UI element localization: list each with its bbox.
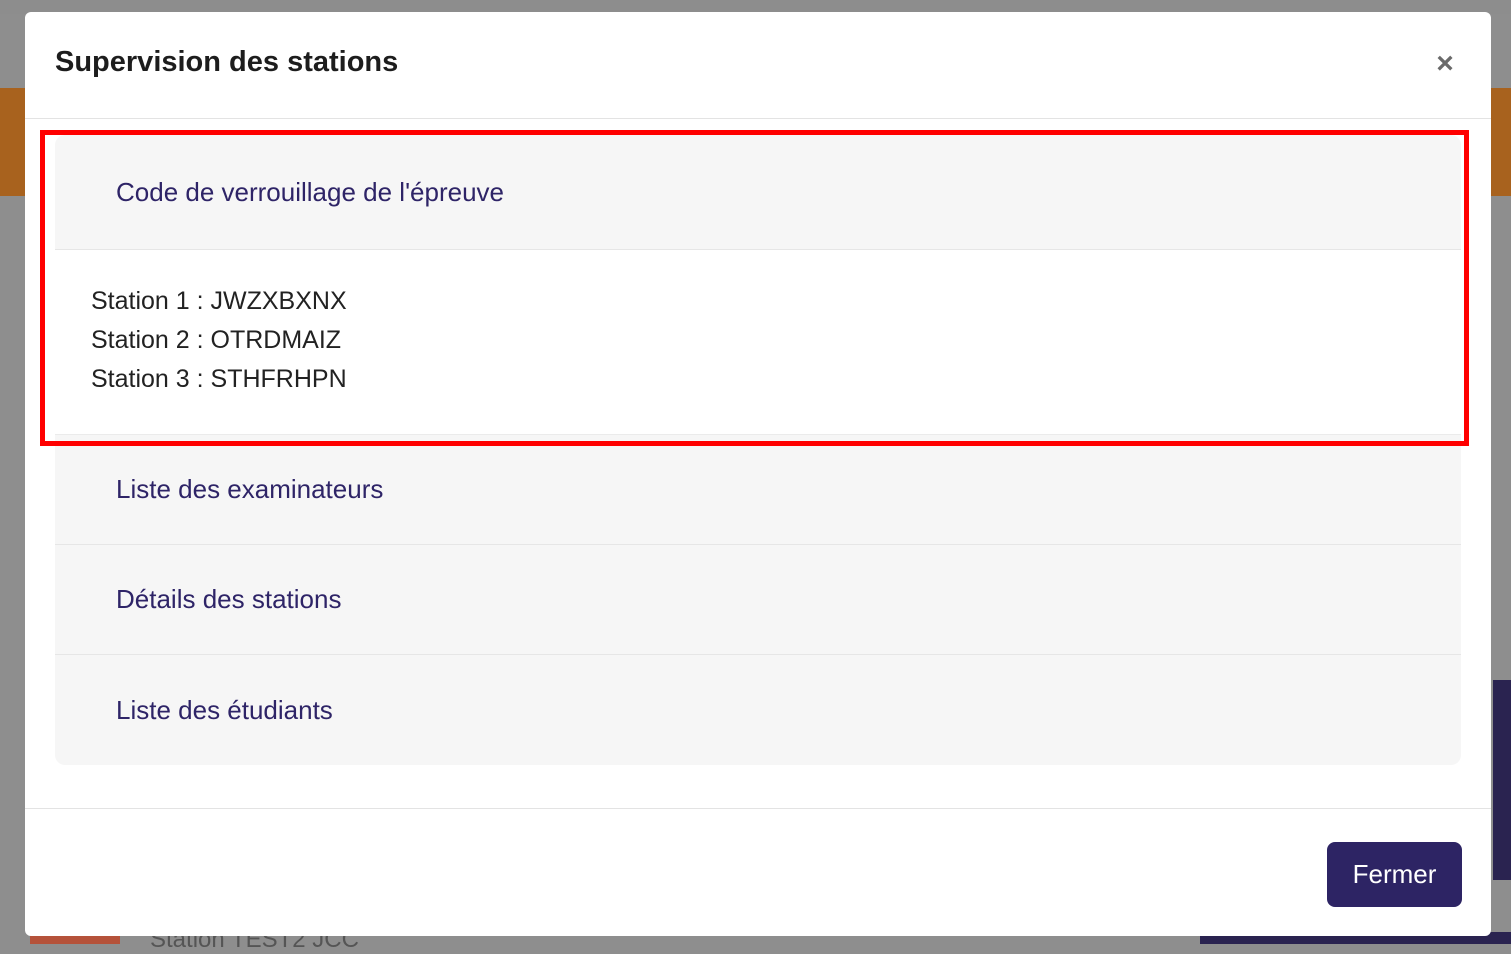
background-banner-left (0, 88, 26, 196)
accordion-header-label: Liste des examinateurs (116, 474, 384, 504)
lock-code-panel: Station 1 : JWZXBXNX Station 2 : OTRDMAI… (55, 250, 1461, 435)
accordion-header-examiners[interactable]: Liste des examinateurs (55, 435, 1461, 545)
station-lock-code: Station 2 : OTRDMAIZ (91, 326, 342, 354)
modal-title: Supervision des stations (55, 46, 399, 78)
background-banner-right (1491, 88, 1511, 196)
modal-footer: Fermer (25, 808, 1491, 936)
station-lock-code: Station 1 : JWZXBXNX (91, 287, 347, 315)
modal-header: Supervision des stations × (25, 12, 1491, 119)
accordion-header-students[interactable]: Liste des étudiants (55, 655, 1461, 765)
background-side-buttons (1493, 680, 1511, 880)
supervision-modal: Supervision des stations × Code de verro… (25, 12, 1491, 936)
close-icon[interactable]: × (1429, 48, 1461, 80)
accordion-header-label: Liste des étudiants (116, 694, 333, 725)
close-button[interactable]: Fermer (1327, 842, 1462, 907)
station-lock-code: Station 3 : STHFRHPN (91, 365, 347, 393)
accordion-header-lock-code[interactable]: Code de verrouillage de l'épreuve (55, 135, 1461, 250)
stations-accordion: Code de verrouillage de l'épreuve Statio… (55, 135, 1461, 765)
accordion-header-label: Détails des stations (116, 584, 342, 614)
accordion-header-station-details[interactable]: Détails des stations (55, 545, 1461, 655)
background-avatar (30, 936, 120, 944)
accordion-header-label: Code de verrouillage de l'épreuve (116, 176, 504, 207)
